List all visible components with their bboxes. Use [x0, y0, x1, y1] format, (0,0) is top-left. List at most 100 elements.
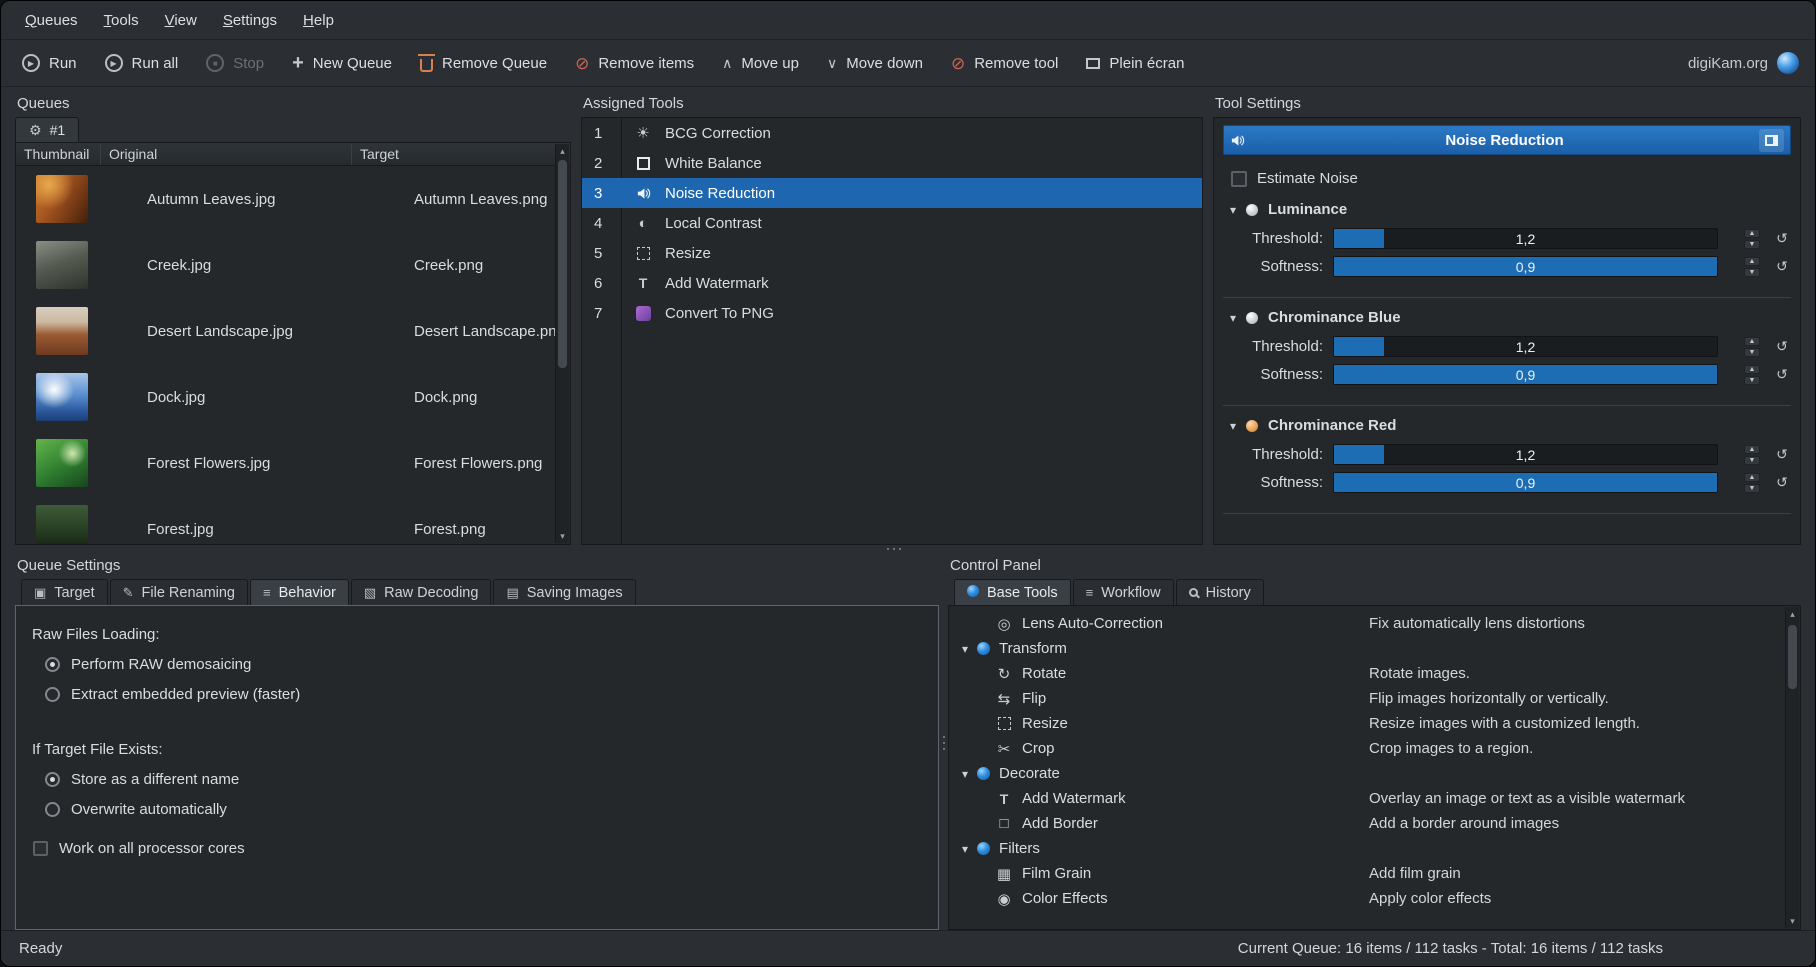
remove-items-button[interactable]: ⊘ Remove items: [566, 49, 703, 78]
scroll-down-arrow[interactable]: ▾: [1790, 914, 1795, 928]
tab-history[interactable]: History: [1176, 579, 1264, 605]
radio-store-different-name[interactable]: Store as a different name: [45, 771, 938, 788]
radio-overwrite-automatically[interactable]: Overwrite automatically: [45, 801, 938, 818]
collapse-arrow-icon[interactable]: ▾: [1230, 419, 1236, 433]
work-all-cores-row[interactable]: Work on all processor cores: [33, 840, 938, 857]
spin-up-button[interactable]: ▲: [1744, 445, 1760, 454]
menu-queues[interactable]: Queues: [15, 8, 88, 33]
remove-tool-button[interactable]: ⊘ Remove tool: [942, 49, 1067, 78]
radio-icon[interactable]: [45, 772, 60, 787]
scroll-down-arrow[interactable]: ▾: [560, 529, 565, 543]
estimate-noise-checkbox[interactable]: [1231, 171, 1247, 187]
menu-help[interactable]: Help: [293, 8, 344, 33]
tree-group-transform[interactable]: ▾ Transform: [949, 636, 1800, 661]
collapse-arrow-icon[interactable]: ▾: [1230, 311, 1236, 325]
spin-up-button[interactable]: ▲: [1744, 365, 1760, 374]
assigned-tool-add-watermark[interactable]: 6 T Add Watermark: [582, 268, 1202, 298]
tab-saving-images[interactable]: ▤ Saving Images: [493, 579, 635, 605]
tab-behavior[interactable]: ≡ Behavior: [250, 579, 349, 605]
spin-down-button[interactable]: ▼: [1744, 240, 1760, 249]
estimate-noise-row[interactable]: Estimate Noise: [1231, 170, 1791, 187]
tab-workflow[interactable]: ≡ Workflow: [1073, 579, 1174, 605]
spin-up-button[interactable]: ▲: [1744, 337, 1760, 346]
softness-slider[interactable]: 0,9: [1333, 256, 1718, 277]
collapse-arrow-icon[interactable]: ▾: [1230, 203, 1236, 217]
spin-down-button[interactable]: ▼: [1744, 268, 1760, 277]
target-column-header[interactable]: Target: [352, 143, 570, 165]
assigned-tool-bcg-correction[interactable]: 1 ☀ BCG Correction: [582, 118, 1202, 148]
detach-settings-button[interactable]: [1759, 129, 1784, 152]
threshold-slider[interactable]: 1,2: [1333, 336, 1718, 357]
tree-item-rotate[interactable]: ↻ Rotate Rotate images.: [949, 661, 1800, 686]
reset-button[interactable]: ↺: [1773, 366, 1791, 384]
spin-down-button[interactable]: ▼: [1744, 376, 1760, 385]
run-all-button[interactable]: ▶ Run all: [96, 48, 188, 78]
queue-item-row[interactable]: Desert Landscape.jpg Desert Landscape.pn…: [16, 298, 570, 364]
run-button[interactable]: ▶ Run: [13, 48, 86, 78]
menu-view[interactable]: View: [155, 8, 207, 33]
collapse-arrow-icon[interactable]: ▾: [962, 767, 968, 781]
digikam-org-link[interactable]: digiKam.org: [1688, 52, 1803, 74]
menu-settings[interactable]: Settings: [213, 8, 287, 33]
tab-target[interactable]: ▣ Target: [21, 579, 108, 605]
reset-button[interactable]: ↺: [1773, 338, 1791, 356]
luminance-section-header[interactable]: ▾ Luminance: [1223, 201, 1791, 218]
queue-item-row[interactable]: Creek.jpg Creek.png: [16, 232, 570, 298]
work-all-cores-checkbox[interactable]: [33, 841, 48, 856]
queue-item-row[interactable]: Autumn Leaves.jpg Autumn Leaves.png: [16, 166, 570, 232]
tree-item-crop[interactable]: ✂ Crop Crop images to a region.: [949, 736, 1800, 761]
tab-raw-decoding[interactable]: ▧ Raw Decoding: [351, 579, 492, 605]
collapse-arrow-icon[interactable]: ▾: [962, 842, 968, 856]
tree-item-film-grain[interactable]: ▦ Film Grain Add film grain: [949, 861, 1800, 886]
reset-button[interactable]: ↺: [1773, 474, 1791, 492]
new-queue-button[interactable]: + New Queue: [283, 47, 401, 79]
queues-scrollbar[interactable]: ▴ ▾: [555, 144, 569, 543]
tree-item-color-effects[interactable]: ◉ Color Effects Apply color effects: [949, 886, 1800, 911]
radio-perform-raw-demosaicing[interactable]: Perform RAW demosaicing: [45, 656, 938, 673]
menu-tools[interactable]: Tools: [94, 8, 149, 33]
chrominance-red-section-header[interactable]: ▾ Chrominance Red: [1223, 417, 1791, 434]
tree-item-lens-auto-correction[interactable]: ◎ Lens Auto-Correction Fix automatically…: [949, 611, 1800, 636]
horizontal-splitter[interactable]: [15, 545, 1801, 553]
control-panel-scrollbar[interactable]: ▴ ▾: [1785, 607, 1799, 928]
scrollbar-thumb[interactable]: [1788, 625, 1797, 689]
queue-item-row[interactable]: Dock.jpg Dock.png: [16, 364, 570, 430]
move-down-button[interactable]: ∨ Move down: [818, 49, 932, 78]
queue-item-row[interactable]: Forest.jpg Forest.png: [16, 496, 570, 545]
tree-item-resize[interactable]: Resize Resize images with a customized l…: [949, 711, 1800, 736]
collapse-arrow-icon[interactable]: ▾: [962, 642, 968, 656]
tree-item-add-border[interactable]: □ Add Border Add a border around images: [949, 811, 1800, 836]
remove-queue-button[interactable]: Remove Queue: [411, 49, 556, 78]
spin-up-button[interactable]: ▲: [1744, 229, 1760, 238]
reset-button[interactable]: ↺: [1773, 230, 1791, 248]
fullscreen-button[interactable]: Plein écran: [1077, 49, 1193, 78]
tab-base-tools[interactable]: Base Tools: [954, 579, 1071, 605]
assigned-tool-local-contrast[interactable]: 4 ◐ Local Contrast: [582, 208, 1202, 238]
assigned-tool-convert-to-png[interactable]: 7 Convert To PNG: [582, 298, 1202, 328]
radio-icon[interactable]: [45, 802, 60, 817]
scrollbar-thumb[interactable]: [558, 160, 567, 368]
spin-up-button[interactable]: ▲: [1744, 473, 1760, 482]
softness-slider[interactable]: 0,9: [1333, 364, 1718, 385]
assigned-tool-white-balance[interactable]: 2 White Balance: [582, 148, 1202, 178]
threshold-slider[interactable]: 1,2: [1333, 444, 1718, 465]
spin-down-button[interactable]: ▼: [1744, 348, 1760, 357]
move-up-button[interactable]: ∧ Move up: [713, 49, 808, 78]
queue-item-row[interactable]: Forest Flowers.jpg Forest Flowers.png: [16, 430, 570, 496]
tree-item-flip[interactable]: ⇆ Flip Flip images horizontally or verti…: [949, 686, 1800, 711]
tree-group-filters[interactable]: ▾ Filters: [949, 836, 1800, 861]
spin-down-button[interactable]: ▼: [1744, 484, 1760, 493]
radio-icon[interactable]: [45, 687, 60, 702]
tab-file-renaming[interactable]: ✎ File Renaming: [110, 579, 248, 605]
spin-down-button[interactable]: ▼: [1744, 456, 1760, 465]
spin-up-button[interactable]: ▲: [1744, 257, 1760, 266]
softness-slider[interactable]: 0,9: [1333, 472, 1718, 493]
tree-group-decorate[interactable]: ▾ Decorate: [949, 761, 1800, 786]
queue-tab-1[interactable]: ⚙ #1: [15, 117, 79, 142]
threshold-slider[interactable]: 1,2: [1333, 228, 1718, 249]
radio-extract-embedded-preview[interactable]: Extract embedded preview (faster): [45, 686, 938, 703]
assigned-tool-resize[interactable]: 5 Resize: [582, 238, 1202, 268]
chrominance-blue-section-header[interactable]: ▾ Chrominance Blue: [1223, 309, 1791, 326]
reset-button[interactable]: ↺: [1773, 258, 1791, 276]
assigned-tool-noise-reduction[interactable]: 3 Noise Reduction: [582, 178, 1202, 208]
